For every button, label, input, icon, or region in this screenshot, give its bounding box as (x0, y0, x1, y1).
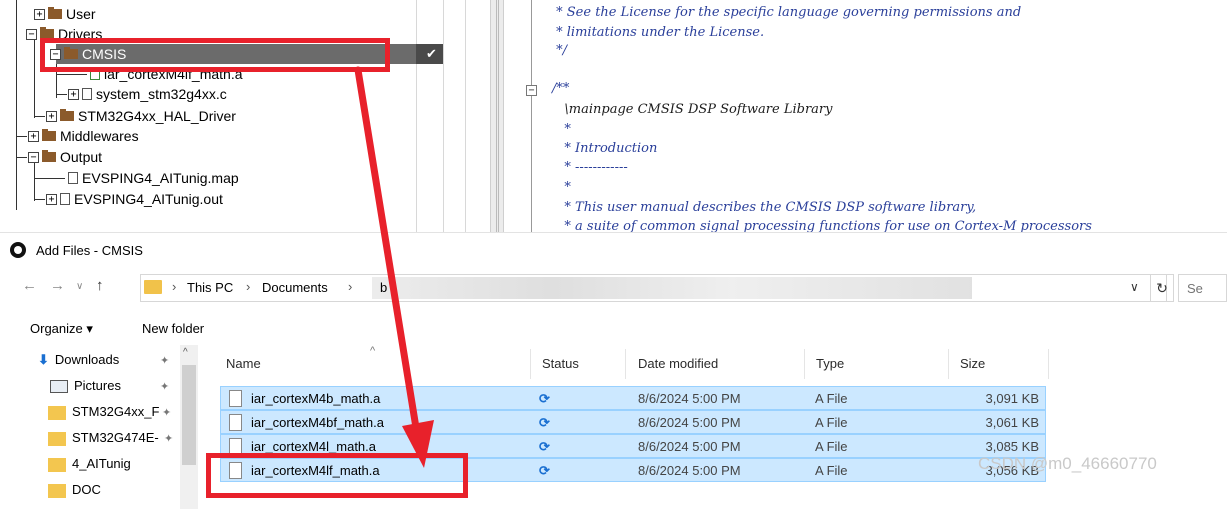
watermark: CSDN @m0_46660770 (978, 454, 1157, 473)
annotation-arrow (354, 66, 434, 468)
